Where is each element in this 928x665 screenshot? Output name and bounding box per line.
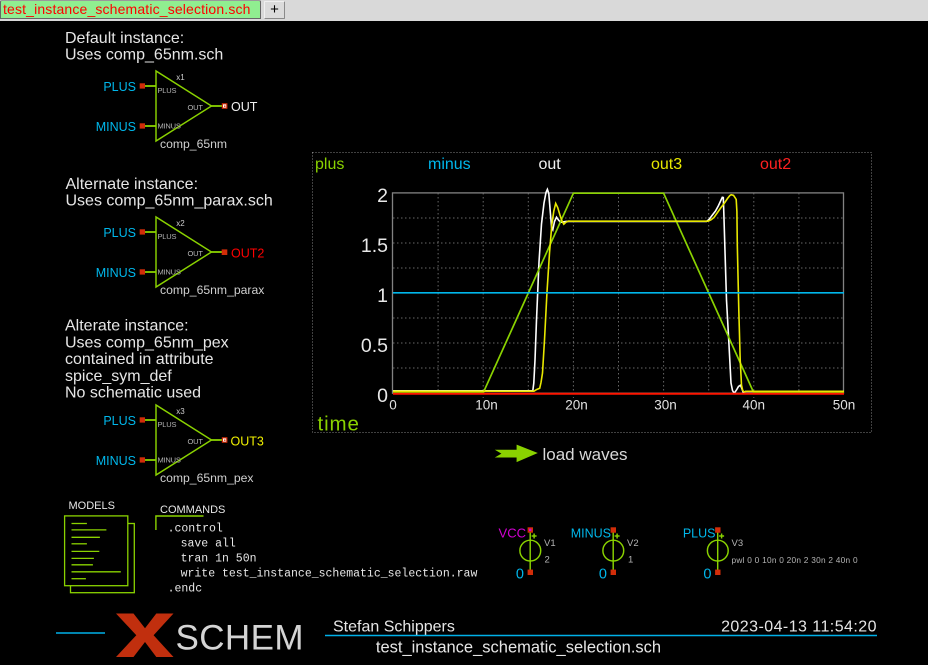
svg-text:Stefan Schippers: Stefan Schippers bbox=[333, 618, 455, 635]
svg-text:.control: .control bbox=[168, 522, 223, 535]
svg-text:spice_sym_def: spice_sym_def bbox=[65, 368, 172, 385]
svg-text:tran 1n 50n: tran 1n 50n bbox=[181, 553, 257, 566]
svg-text:PLUS: PLUS bbox=[158, 232, 177, 241]
svg-text:2: 2 bbox=[377, 185, 388, 207]
svg-text:Uses comp_65nm.sch: Uses comp_65nm.sch bbox=[65, 47, 223, 64]
svg-text:comp_65nm_pex: comp_65nm_pex bbox=[160, 471, 254, 485]
svg-text:10n: 10n bbox=[475, 398, 498, 413]
svg-text:0: 0 bbox=[377, 385, 388, 407]
svg-text:OUT: OUT bbox=[188, 103, 204, 112]
svg-text:MINUS: MINUS bbox=[96, 266, 136, 280]
svg-text:V3: V3 bbox=[732, 538, 744, 549]
svg-text:comp_65nm: comp_65nm bbox=[160, 137, 227, 151]
svg-text:out2: out2 bbox=[760, 156, 791, 173]
svg-text:OUT: OUT bbox=[188, 249, 204, 258]
svg-text:write test_instance_schematic_: write test_instance_schematic_selection.… bbox=[181, 568, 478, 581]
svg-text:OUT2: OUT2 bbox=[231, 247, 264, 261]
svg-text:20n: 20n bbox=[565, 398, 588, 413]
svg-text:test_instance_schematic_select: test_instance_schematic_selection.sch bbox=[376, 639, 661, 657]
svg-text:0.5: 0.5 bbox=[361, 335, 388, 357]
svg-text:out3: out3 bbox=[651, 156, 682, 173]
svg-text:OUT: OUT bbox=[231, 100, 258, 114]
svg-text:Uses comp_65nm_parax.sch: Uses comp_65nm_parax.sch bbox=[66, 193, 273, 210]
svg-text:PLUS: PLUS bbox=[683, 527, 716, 541]
svg-text:No schematic used: No schematic used bbox=[65, 385, 201, 402]
svg-text:40n: 40n bbox=[743, 398, 766, 413]
svg-text:SCHEM: SCHEM bbox=[176, 619, 304, 658]
svg-text:MINUS: MINUS bbox=[158, 455, 181, 464]
svg-text:Alterate instance:: Alterate instance: bbox=[65, 318, 189, 335]
svg-text:x3: x3 bbox=[176, 407, 185, 416]
svg-text:PLUS: PLUS bbox=[158, 420, 177, 429]
svg-text:pwl 0 0 10n 0 20n 2 30n 2 40n: pwl 0 0 10n 0 20n 2 30n 2 40n 0 bbox=[732, 555, 858, 565]
svg-text:1: 1 bbox=[628, 555, 633, 566]
svg-text:MINUS: MINUS bbox=[571, 527, 611, 541]
svg-text:out: out bbox=[539, 156, 562, 173]
svg-text:save all: save all bbox=[181, 538, 236, 551]
svg-text:VCC: VCC bbox=[499, 526, 526, 541]
svg-text:OUT: OUT bbox=[188, 437, 204, 446]
svg-text:x2: x2 bbox=[176, 219, 185, 228]
svg-text:30n: 30n bbox=[654, 398, 677, 413]
svg-text:V1: V1 bbox=[544, 538, 556, 549]
svg-text:MINUS: MINUS bbox=[158, 267, 181, 276]
svg-text:0: 0 bbox=[389, 398, 397, 413]
svg-text:MINUS: MINUS bbox=[158, 121, 181, 130]
svg-text:contained in attribute: contained in attribute bbox=[65, 351, 214, 368]
svg-text:1: 1 bbox=[377, 285, 388, 307]
svg-text:2023-04-13 11:54:20: 2023-04-13 11:54:20 bbox=[721, 618, 877, 635]
svg-text:load waves: load waves bbox=[543, 445, 628, 464]
svg-text:time: time bbox=[318, 413, 360, 436]
svg-text:PLUS: PLUS bbox=[103, 226, 136, 240]
svg-text:.endc: .endc bbox=[168, 582, 203, 595]
svg-text:COMMANDS: COMMANDS bbox=[160, 504, 225, 516]
svg-text:minus: minus bbox=[428, 156, 471, 173]
svg-text:PLUS: PLUS bbox=[158, 86, 177, 95]
svg-text:0: 0 bbox=[516, 566, 524, 582]
svg-text:plus: plus bbox=[315, 156, 344, 173]
svg-text:MODELS: MODELS bbox=[69, 500, 115, 512]
svg-text:MINUS: MINUS bbox=[96, 454, 136, 468]
svg-text:MINUS: MINUS bbox=[96, 120, 136, 134]
svg-text:0: 0 bbox=[703, 566, 711, 582]
svg-text:Uses comp_65nm_pex: Uses comp_65nm_pex bbox=[65, 334, 229, 351]
svg-text:PLUS: PLUS bbox=[103, 80, 136, 94]
svg-text:0: 0 bbox=[599, 566, 607, 582]
svg-text:x1: x1 bbox=[176, 73, 185, 82]
svg-text:Default instance:: Default instance: bbox=[65, 30, 184, 47]
svg-text:comp_65nm_parax: comp_65nm_parax bbox=[160, 283, 264, 297]
svg-text:1.5: 1.5 bbox=[361, 235, 388, 257]
svg-text:V2: V2 bbox=[627, 538, 639, 549]
svg-text:Alternate instance:: Alternate instance: bbox=[66, 176, 199, 193]
svg-text:2: 2 bbox=[545, 555, 550, 566]
svg-text:PLUS: PLUS bbox=[103, 414, 136, 428]
svg-text:OUT3: OUT3 bbox=[231, 435, 264, 449]
svg-text:50n: 50n bbox=[833, 398, 856, 413]
